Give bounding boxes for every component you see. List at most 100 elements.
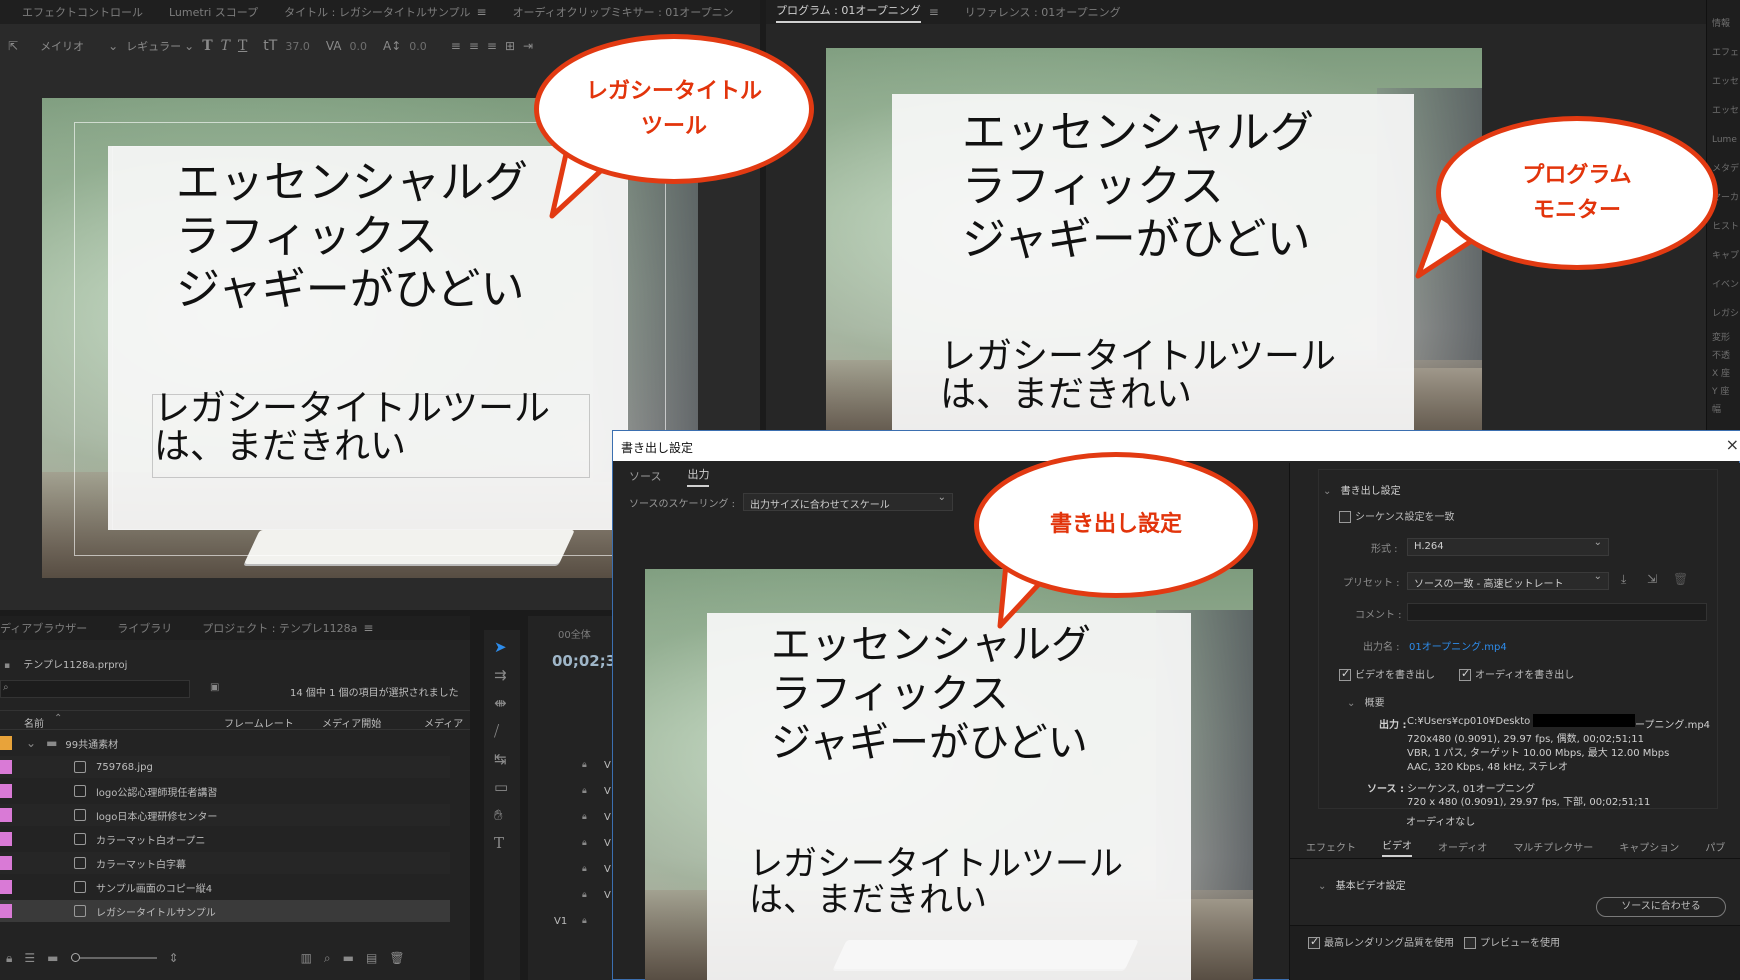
tab-libraries[interactable]: ライブラリ bbox=[117, 620, 172, 636]
tab-reference[interactable]: リファレンス : 01オープニング bbox=[965, 4, 1121, 20]
zoom-slider[interactable] bbox=[70, 953, 157, 962]
sort-icon[interactable]: ⇕ bbox=[169, 951, 179, 965]
lock-icon[interactable]: 🔒︎ bbox=[582, 786, 587, 796]
list-item[interactable]: logo日本心理研修センター bbox=[0, 804, 450, 826]
panel-menu-icon[interactable]: ≡ bbox=[363, 621, 373, 635]
right-edge-item-x[interactable]: X 座 bbox=[1712, 365, 1739, 383]
font-family-dropdown[interactable]: メイリオ bbox=[40, 38, 100, 54]
settings-header[interactable]: ⌄ 書き出し設定 bbox=[1323, 482, 1401, 497]
italic-icon[interactable]: T bbox=[221, 38, 230, 54]
align-icon[interactable]: ⇱ bbox=[8, 39, 18, 53]
column-media[interactable]: メディア bbox=[424, 715, 463, 730]
font-style-dropdown[interactable]: レギュラー bbox=[126, 38, 181, 54]
chevron-down-icon[interactable]: ⌄ bbox=[1323, 486, 1331, 497]
slip-tool-icon[interactable]: ↹ bbox=[494, 750, 508, 768]
ripple-edit-tool-icon[interactable]: ⇼ bbox=[494, 694, 508, 712]
right-edge-item-essential-2[interactable]: エッセ bbox=[1712, 97, 1739, 126]
tab-captions[interactable]: キャプション bbox=[1619, 839, 1679, 854]
preset-dropdown[interactable]: ソースの一致 - 高速ビットレート bbox=[1407, 572, 1609, 590]
track-select-tool-icon[interactable]: ⇉ bbox=[494, 666, 508, 684]
lock-icon[interactable]: 🔒︎ bbox=[582, 890, 587, 900]
bold-icon[interactable]: T bbox=[202, 38, 212, 54]
underline-icon[interactable]: T bbox=[238, 38, 247, 54]
title-main-text[interactable]: エッセンシャルグ ラフィックス ジャギーがひどい bbox=[176, 156, 528, 317]
lock-icon[interactable]: 🔒︎ bbox=[582, 864, 587, 874]
tab-output[interactable]: 出力 bbox=[687, 466, 709, 487]
icon-view-icon[interactable]: ▬ bbox=[47, 951, 58, 965]
bin-icon[interactable]: ▣ bbox=[210, 682, 219, 693]
match-source-button[interactable]: ソースに合わせる bbox=[1596, 897, 1726, 917]
checkbox[interactable] bbox=[1339, 667, 1351, 681]
checkbox[interactable] bbox=[1308, 935, 1320, 949]
comment-input[interactable] bbox=[1407, 603, 1707, 621]
panel-menu-icon[interactable]: ≡ bbox=[929, 5, 939, 19]
tab-stops-icon[interactable]: ⊞ bbox=[505, 39, 515, 53]
tab-effects[interactable]: エフェクト bbox=[1306, 839, 1356, 854]
hand-tool-icon[interactable]: ✋︎ bbox=[494, 806, 508, 824]
tab-audio-clip-mixer[interactable]: オーディオクリップミキサー : 01オープニン bbox=[513, 4, 734, 20]
align-left-icon[interactable]: ≡ bbox=[451, 39, 461, 53]
column-name[interactable]: 名前 bbox=[24, 715, 44, 730]
right-edge-item-effects[interactable]: エフェ bbox=[1712, 39, 1739, 68]
list-item-selected[interactable]: レガシータイトルサンプル bbox=[0, 900, 450, 922]
chevron-down-icon[interactable]: ⌄ bbox=[184, 39, 194, 53]
tab-title[interactable]: タイトル : レガシータイトルサンプル bbox=[284, 4, 470, 20]
tab-audio[interactable]: オーディオ bbox=[1438, 839, 1487, 854]
checkbox[interactable] bbox=[1459, 667, 1471, 681]
timeline-timecode[interactable]: 00;02;3 bbox=[552, 652, 616, 670]
lock-icon[interactable]: 🔒︎ bbox=[582, 838, 587, 848]
razor-tool-icon[interactable]: ⧸ bbox=[494, 722, 508, 740]
font-size-value[interactable]: 37.0 bbox=[285, 40, 310, 53]
tab-media-browser[interactable]: ディアブラウザー bbox=[0, 620, 87, 636]
list-item[interactable]: サンプル画面のコピー縦4 bbox=[0, 876, 450, 898]
right-edge-item-lumetri[interactable]: Lume bbox=[1712, 126, 1739, 155]
checkbox[interactable] bbox=[1339, 511, 1351, 523]
tab-effect-controls[interactable]: エフェクトコントロール bbox=[22, 4, 143, 20]
save-preset-icon[interactable]: ⤓ bbox=[1621, 572, 1626, 587]
chevron-down-icon[interactable]: ⌄ bbox=[26, 736, 36, 750]
subtitle-text[interactable]: レガシータイトルツール は、まだきれい bbox=[154, 390, 550, 466]
type-tool-icon[interactable]: T bbox=[494, 834, 508, 852]
panel-menu-icon[interactable]: ≡ bbox=[477, 5, 487, 19]
align-center-icon[interactable]: ≡ bbox=[469, 39, 479, 53]
scaling-dropdown[interactable]: 出力サイズに合わせてスケール bbox=[743, 493, 953, 511]
lock-icon[interactable]: 🔒︎ bbox=[582, 916, 587, 926]
right-edge-item-transform[interactable]: 変形 bbox=[1712, 329, 1739, 347]
format-dropdown[interactable]: H.264 bbox=[1407, 538, 1609, 556]
right-edge-item-info[interactable]: 情報 bbox=[1712, 10, 1739, 39]
checkbox[interactable] bbox=[1464, 937, 1476, 949]
zoom-slider-handle[interactable] bbox=[70, 953, 80, 962]
tab-lumetri-scope[interactable]: Lumetri スコープ bbox=[169, 4, 258, 20]
find-icon[interactable]: ⌕ bbox=[324, 951, 331, 966]
column-frame-rate[interactable]: フレームレート bbox=[224, 715, 294, 730]
lock-icon[interactable]: 🔒︎ bbox=[582, 760, 587, 770]
output-name-link[interactable]: 01オープニング.mp4 bbox=[1409, 638, 1507, 653]
list-view-icon[interactable]: ☰ bbox=[24, 951, 35, 965]
right-edge-item-events[interactable]: イベン bbox=[1712, 271, 1739, 300]
baseline-icon[interactable]: ⇥ bbox=[523, 39, 533, 53]
tab-project[interactable]: プロジェクト : テンプレ1128a bbox=[202, 620, 357, 636]
right-edge-item-captions[interactable]: キャプ bbox=[1712, 242, 1739, 271]
kerning-value[interactable]: 0.0 bbox=[350, 40, 368, 53]
right-edge-item-width[interactable]: 幅 bbox=[1712, 401, 1739, 419]
list-item[interactable]: カラーマット白オープニ bbox=[0, 828, 450, 850]
program-canvas[interactable]: エッセンシャルグ ラフィックス ジャギーがひどい レガシータイトルツール は、ま… bbox=[826, 48, 1482, 432]
match-sequence-checkbox[interactable]: シーケンス設定を一致 bbox=[1339, 508, 1455, 523]
close-icon[interactable]: × bbox=[1726, 435, 1739, 454]
export-audio-checkbox[interactable]: オーディオを書き出し bbox=[1459, 666, 1574, 681]
tab-publish[interactable]: パブ bbox=[1705, 839, 1725, 854]
automate-icon[interactable]: ▥ bbox=[301, 951, 312, 965]
chevron-down-icon[interactable]: ⌄ bbox=[108, 39, 118, 53]
right-edge-item-y[interactable]: Y 座 bbox=[1712, 383, 1739, 401]
max-render-checkbox[interactable]: 最高レンダリング品質を使用 bbox=[1308, 934, 1454, 949]
tab-program[interactable]: プログラム : 01オープニング bbox=[776, 2, 921, 23]
project-search-input[interactable]: ⌕ bbox=[0, 680, 190, 698]
right-edge-item-legacy[interactable]: レガシ bbox=[1712, 300, 1739, 329]
use-preview-checkbox[interactable]: プレビューを使用 bbox=[1464, 934, 1560, 949]
tab-multiplexer[interactable]: マルチプレクサー bbox=[1513, 839, 1593, 854]
import-preset-icon[interactable]: ⇲ bbox=[1647, 572, 1657, 586]
list-item[interactable]: 759768.jpg bbox=[0, 756, 450, 778]
summary-header[interactable]: ⌄ 概要 bbox=[1347, 694, 1385, 709]
timeline-tab[interactable]: 00全体 bbox=[558, 626, 591, 641]
tab-video[interactable]: ビデオ bbox=[1382, 837, 1412, 857]
